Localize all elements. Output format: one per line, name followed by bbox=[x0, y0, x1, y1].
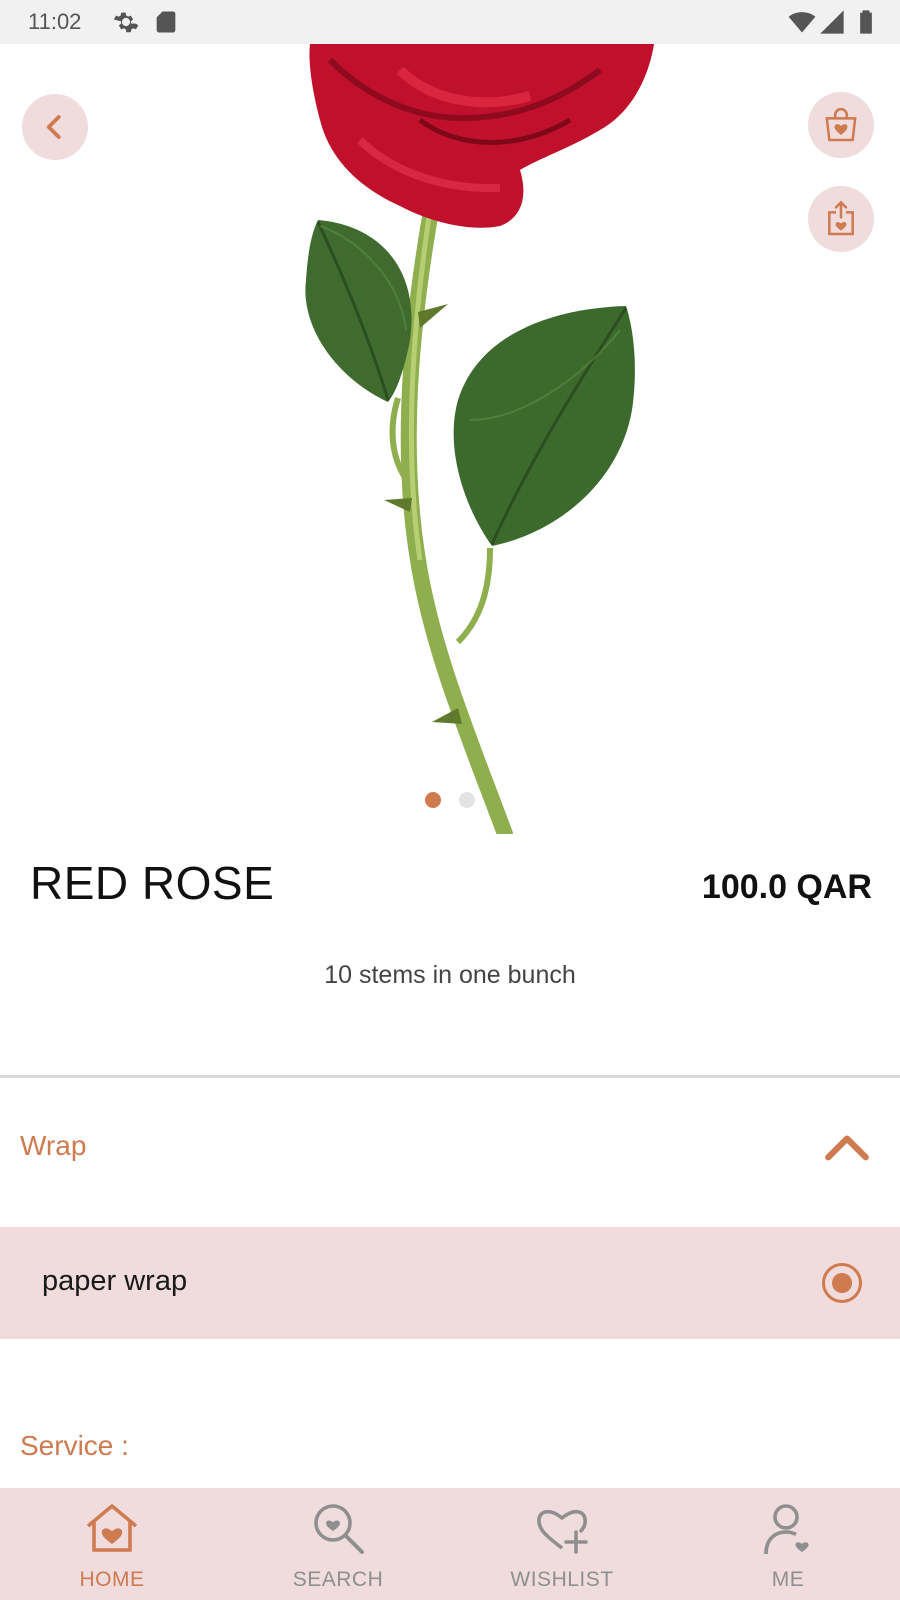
status-time: 11:02 bbox=[28, 9, 82, 34]
wrap-option-radio[interactable] bbox=[822, 1263, 862, 1303]
back-icon bbox=[46, 115, 61, 139]
share-heart-icon bbox=[828, 200, 854, 236]
nav-me-label: ME bbox=[771, 1568, 805, 1591]
product-name: RED ROSE bbox=[30, 857, 275, 909]
product-description: 10 stems in one bunch bbox=[324, 961, 576, 989]
back-button[interactable] bbox=[22, 94, 88, 160]
add-to-cart-button[interactable] bbox=[808, 92, 874, 158]
nav-wishlist[interactable]: WISHLIST bbox=[482, 1488, 642, 1600]
carousel-dot[interactable] bbox=[459, 792, 476, 808]
search-heart-icon bbox=[314, 1504, 364, 1554]
nav-home[interactable]: HOME bbox=[32, 1488, 192, 1600]
wrap-option-label: paper wrap bbox=[42, 1265, 188, 1297]
shopping-bag-heart-icon bbox=[825, 107, 857, 142]
share-button[interactable] bbox=[808, 186, 874, 252]
signal-icon bbox=[820, 10, 844, 34]
product-image-carousel[interactable] bbox=[0, 44, 900, 834]
sd-card-icon bbox=[156, 11, 176, 33]
nav-search[interactable]: SEARCH bbox=[258, 1488, 418, 1600]
bottom-navigation: HOME SEARCH WISHLIST ME bbox=[0, 1488, 900, 1600]
radio-selected-dot bbox=[832, 1273, 852, 1293]
wifi-icon bbox=[788, 12, 816, 33]
carousel-dot-active[interactable] bbox=[424, 792, 441, 808]
nav-search-label: SEARCH bbox=[292, 1568, 384, 1591]
wrap-option-paper[interactable]: paper wrap bbox=[0, 1227, 900, 1339]
gear-icon bbox=[113, 12, 139, 33]
nav-home-label: HOME bbox=[79, 1568, 145, 1591]
battery-icon bbox=[860, 10, 872, 34]
wrap-section-header[interactable]: Wrap bbox=[0, 1116, 900, 1186]
home-heart-icon bbox=[86, 1504, 138, 1552]
product-price: 100.0 QAR bbox=[701, 868, 872, 906]
user-heart-icon bbox=[764, 1504, 809, 1555]
wrap-section-title: Wrap bbox=[20, 1130, 87, 1161]
red-rose-photo bbox=[305, 44, 654, 834]
section-divider bbox=[0, 1075, 900, 1078]
carousel-indicator bbox=[0, 792, 900, 813]
heart-plus-icon bbox=[537, 1509, 588, 1554]
chevron-up-icon[interactable] bbox=[822, 1124, 872, 1174]
nav-wishlist-label: WISHLIST bbox=[510, 1568, 614, 1591]
service-section-title: Service : bbox=[20, 1430, 129, 1461]
nav-me[interactable]: ME bbox=[708, 1488, 868, 1600]
status-bar: 11:02 bbox=[0, 0, 900, 44]
